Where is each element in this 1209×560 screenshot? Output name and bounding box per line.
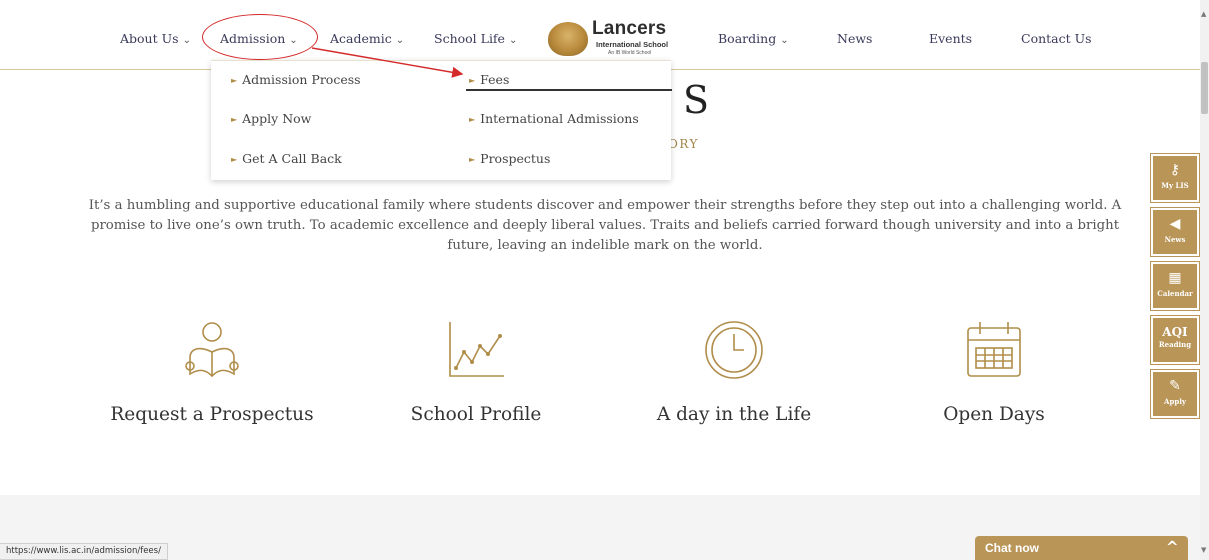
feature-request-prospectus[interactable]: Request a Prospectus: [92, 318, 332, 425]
bullet-icon: ►: [231, 155, 238, 164]
side-button-my-lis[interactable]: ⚷ My LIS: [1150, 153, 1200, 203]
menu-item-prospectus[interactable]: ► Prospectus: [469, 151, 550, 166]
side-button-label: News: [1164, 235, 1186, 244]
form-icon: ✎: [1169, 378, 1181, 394]
logo-subtitle: International School: [596, 40, 669, 49]
menu-item-get-a-call-back[interactable]: ► Get A Call Back: [231, 151, 342, 166]
feature-label: Request a Prospectus: [110, 404, 314, 425]
menu-item-apply-now[interactable]: ► Apply Now: [231, 111, 311, 126]
menu-item-label: Prospectus: [480, 151, 551, 166]
nav-label: Contact Us: [1021, 31, 1092, 46]
scroll-down-arrow-icon[interactable]: ▼: [1201, 546, 1206, 554]
feature-school-profile[interactable]: School Profile: [356, 318, 596, 425]
status-bar-url: https://www.lis.ac.in/admission/fees/: [0, 543, 168, 560]
scrollbar-thumb[interactable]: [1201, 62, 1208, 114]
hero-subtitle: ORY: [668, 137, 699, 151]
side-button-label: My LIS: [1161, 181, 1189, 190]
nav-label: News: [837, 31, 873, 46]
crest-icon: [548, 22, 588, 56]
chat-widget[interactable]: Chat now ^: [975, 536, 1188, 560]
calendar-icon: [967, 322, 1021, 377]
chevron-down-icon: ⌄: [508, 35, 518, 46]
side-button-news[interactable]: ◀ News: [1150, 207, 1200, 257]
nav-item-news[interactable]: News: [837, 31, 872, 46]
reading-person-icon: [185, 322, 239, 378]
side-button-calendar[interactable]: ▦ Calendar: [1150, 261, 1200, 311]
chevron-down-icon: ⌄: [780, 35, 789, 46]
annotation-arrow: [311, 47, 464, 78]
calendar-icon: ▦: [1168, 270, 1182, 286]
key-icon: ⚷: [1169, 162, 1181, 178]
feature-label: A day in the Life: [656, 404, 812, 425]
feature-day-in-the-life[interactable]: A day in the Life: [614, 318, 854, 425]
menu-item-label: Get A Call Back: [242, 151, 342, 166]
side-button-label: AQI: [1162, 325, 1188, 339]
intro-paragraph: It’s a humbling and supportive education…: [88, 198, 1122, 253]
chevron-up-icon: ^: [1166, 538, 1179, 556]
logo-name: Lancers: [592, 18, 667, 39]
nav-item-contact-us[interactable]: Contact Us: [1021, 31, 1092, 46]
megaphone-icon: ◀: [1169, 216, 1181, 232]
hover-underline: [466, 89, 672, 91]
bullet-icon: ►: [469, 155, 476, 164]
scroll-up-arrow-icon[interactable]: ▲: [1201, 10, 1206, 18]
menu-item-label: International Admissions: [480, 111, 639, 126]
nav-label: Boarding: [718, 31, 777, 46]
school-logo[interactable]: Lancers International School An IB World…: [548, 18, 698, 62]
bullet-icon: ►: [231, 115, 238, 124]
feature-label: Open Days: [943, 404, 1045, 425]
nav-label: Events: [929, 31, 973, 46]
hero-title: S: [683, 78, 710, 122]
side-button-label: Apply: [1164, 397, 1186, 406]
feature-label: School Profile: [410, 404, 542, 425]
bullet-icon: ►: [469, 115, 476, 124]
menu-item-international-admissions[interactable]: ► International Admissions: [469, 111, 639, 126]
feature-open-days[interactable]: Open Days: [874, 318, 1114, 425]
nav-item-boarding[interactable]: Boarding ⌄: [718, 31, 789, 46]
side-button-sublabel: Reading: [1158, 340, 1192, 349]
logo-tagline: An IB World School: [608, 50, 652, 56]
clock-icon: [705, 321, 763, 379]
line-graph-icon: [449, 322, 504, 377]
side-button-apply[interactable]: ✎ Apply: [1150, 369, 1200, 419]
menu-item-label: Apply Now: [242, 111, 312, 126]
nav-item-events[interactable]: Events: [929, 31, 972, 46]
side-button-label: Calendar: [1157, 289, 1193, 298]
side-button-aqi[interactable]: AQI Reading: [1150, 315, 1200, 365]
menu-item-label: Fees: [480, 72, 510, 87]
chat-label: Chat now: [985, 541, 1039, 555]
